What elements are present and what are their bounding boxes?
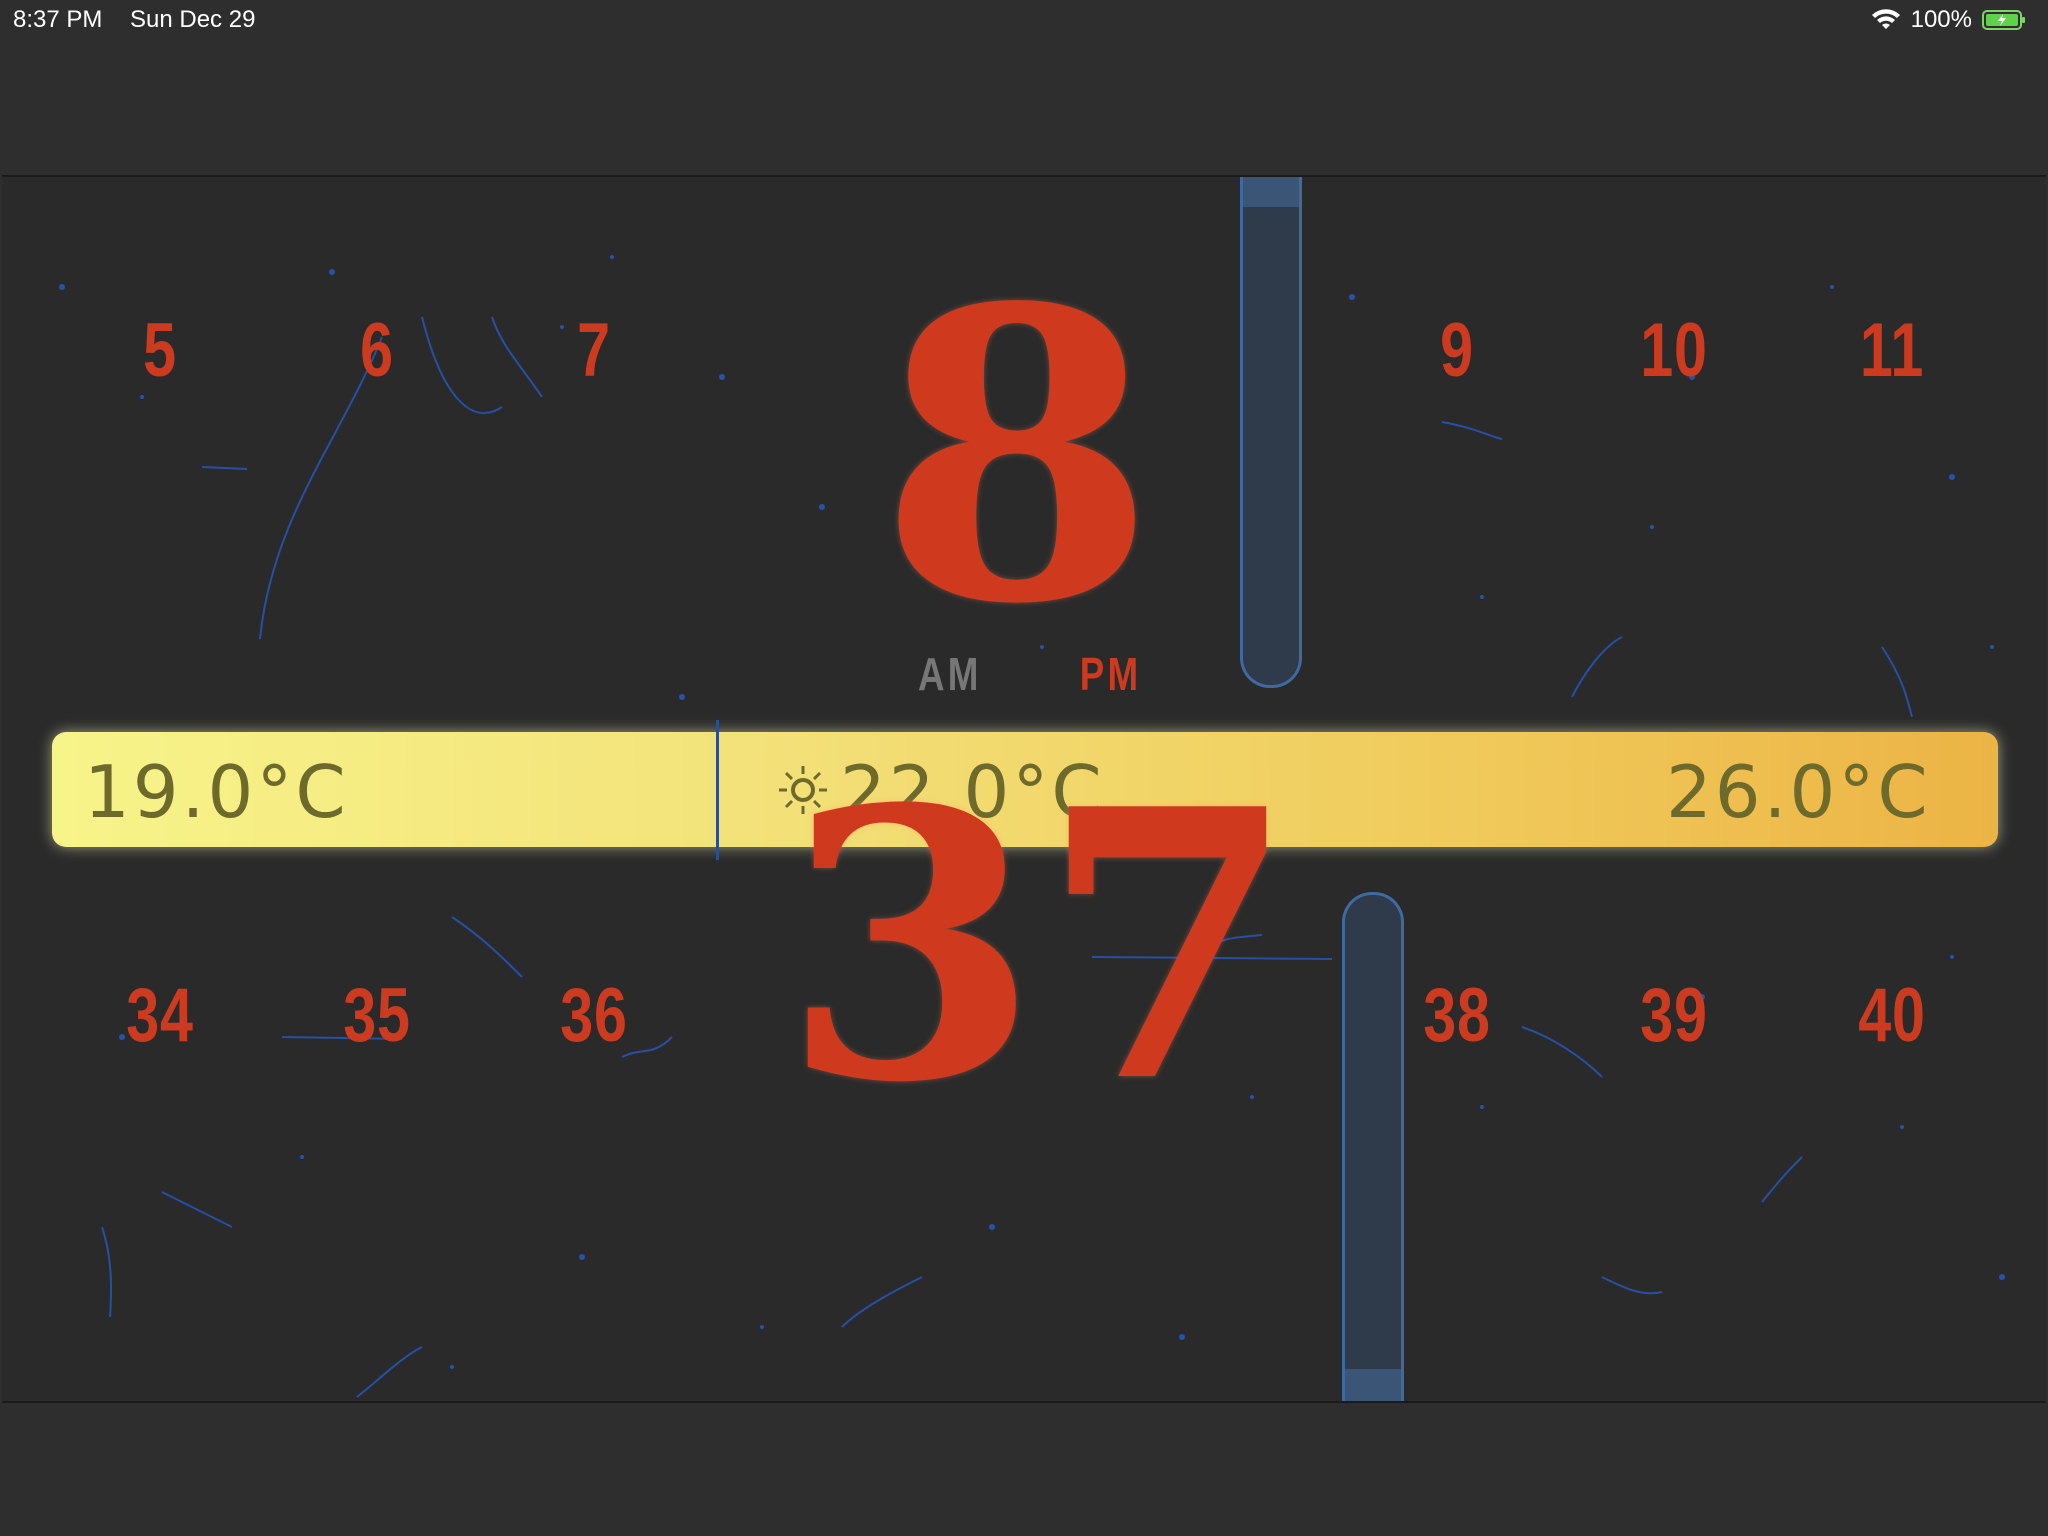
- temperature-bar-divider: [716, 720, 719, 860]
- minute-option-36[interactable]: 36: [539, 972, 648, 1059]
- status-right: 100%: [1871, 6, 2026, 34]
- minute-slider-cap: [1345, 1369, 1401, 1401]
- hour-option-11[interactable]: 11: [1837, 307, 1946, 394]
- minute-option-40[interactable]: 40: [1837, 972, 1946, 1059]
- hour-slider-track[interactable]: [1240, 177, 1302, 688]
- hour-option-10[interactable]: 10: [1619, 307, 1728, 394]
- am-toggle[interactable]: AM: [918, 647, 982, 701]
- wifi-icon: [1871, 9, 1900, 29]
- temperature-low: 19.0°C: [84, 750, 349, 834]
- current-minute: 37: [782, 730, 1297, 1164]
- status-bar: 8:37 PM Sun Dec 29 100%: [0, 0, 2048, 40]
- hour-option-9[interactable]: 9: [1402, 307, 1511, 394]
- temperature-high: 26.0°C: [1666, 750, 1931, 834]
- status-time: 8:37 PM: [13, 6, 103, 33]
- minute-slider-track[interactable]: [1342, 892, 1404, 1401]
- status-date: Sun Dec 29: [130, 6, 256, 33]
- battery-charging-icon: [1982, 10, 2025, 30]
- clock-board: 5 6 7 8 9 10 11 AM PM 19.0°C 22.0°C 26.0…: [2, 175, 2046, 1403]
- hour-option-5[interactable]: 5: [105, 307, 214, 394]
- minute-option-38[interactable]: 38: [1402, 972, 1511, 1059]
- hour-slider-cap: [1243, 177, 1299, 207]
- current-hour: 8: [877, 222, 1157, 692]
- battery-percent: 100%: [1910, 6, 1972, 33]
- minute-option-39[interactable]: 39: [1619, 972, 1728, 1059]
- hour-option-7[interactable]: 7: [539, 307, 648, 394]
- minute-option-34[interactable]: 34: [105, 972, 214, 1059]
- pm-toggle[interactable]: PM: [1080, 647, 1142, 701]
- minute-option-35[interactable]: 35: [322, 972, 431, 1059]
- hour-option-6[interactable]: 6: [322, 307, 431, 394]
